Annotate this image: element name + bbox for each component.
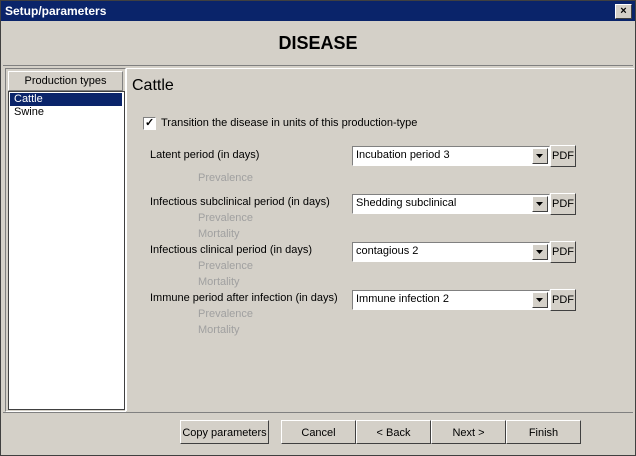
production-types-header[interactable]: Production types [8,71,123,91]
subclinical-period-value: Shedding subclinical [356,197,457,209]
latent-period-pdf-button[interactable]: PDF [550,145,576,167]
back-button[interactable]: < Back [356,420,431,444]
immune-period-value: Immune infection 2 [356,293,449,305]
transition-checkbox[interactable]: ✓ [143,117,156,130]
immune-period-pdf-button[interactable]: PDF [550,289,576,311]
immune-mortality-label: Mortality [198,324,240,336]
subclinical-prevalence-label: Prevalence [198,212,254,224]
copy-parameters-button[interactable]: Copy parameters [180,420,269,444]
clinical-period-label: Infectious clinical period (in days) [150,244,313,256]
clinical-mortality-label: Mortality [198,276,240,288]
chevron-down-icon[interactable] [532,148,548,164]
cancel-button[interactable]: Cancel [281,420,356,444]
subclinical-period-pdf-button[interactable]: PDF [550,193,576,215]
immune-prevalence-label: Prevalence [198,308,254,320]
setup-window: Setup/parameters × DISEASE Production ty… [0,0,636,456]
subclinical-period-select[interactable]: Shedding subclinical [352,194,550,214]
close-button[interactable]: × [615,4,632,19]
immune-period-label: Immune period after infection (in days) [150,292,338,304]
list-item-cattle[interactable]: Cattle [10,93,122,106]
clinical-prevalence-label: Prevalence [198,260,254,272]
subclinical-mortality-label: Mortality [198,228,240,240]
list-item-swine[interactable]: Swine [10,106,122,119]
header-panel: DISEASE [3,22,633,66]
production-types-list[interactable]: Cattle Swine [8,91,125,410]
immune-period-select[interactable]: Immune infection 2 [352,290,550,310]
production-type-title: Cattle [132,77,174,94]
finish-button[interactable]: Finish [506,420,581,444]
checkmark-icon: ✓ [145,117,155,129]
window-title: Setup/parameters [5,4,107,18]
page-title: DISEASE [278,33,358,53]
next-button[interactable]: Next > [431,420,506,444]
latent-period-label: Latent period (in days) [150,149,260,161]
footer-divider [3,412,633,413]
latent-period-value: Incubation period 3 [356,149,450,161]
subclinical-period-label: Infectious subclinical period (in days) [150,196,330,208]
latent-period-select[interactable]: Incubation period 3 [352,146,550,166]
clinical-period-pdf-button[interactable]: PDF [550,241,576,263]
chevron-down-icon[interactable] [532,196,548,212]
parameters-panel: Cattle ✓ Transition the disease in units… [126,68,634,411]
clinical-period-select[interactable]: contagious 2 [352,242,550,262]
production-types-panel: Production types Cattle Swine [5,68,126,412]
transition-checkbox-label[interactable]: Transition the disease in units of this … [161,117,417,129]
title-bar[interactable]: Setup/parameters × [1,1,635,21]
latent-prevalence-label: Prevalence [198,172,254,184]
chevron-down-icon[interactable] [532,292,548,308]
clinical-period-value: contagious 2 [356,245,419,257]
chevron-down-icon[interactable] [532,244,548,260]
